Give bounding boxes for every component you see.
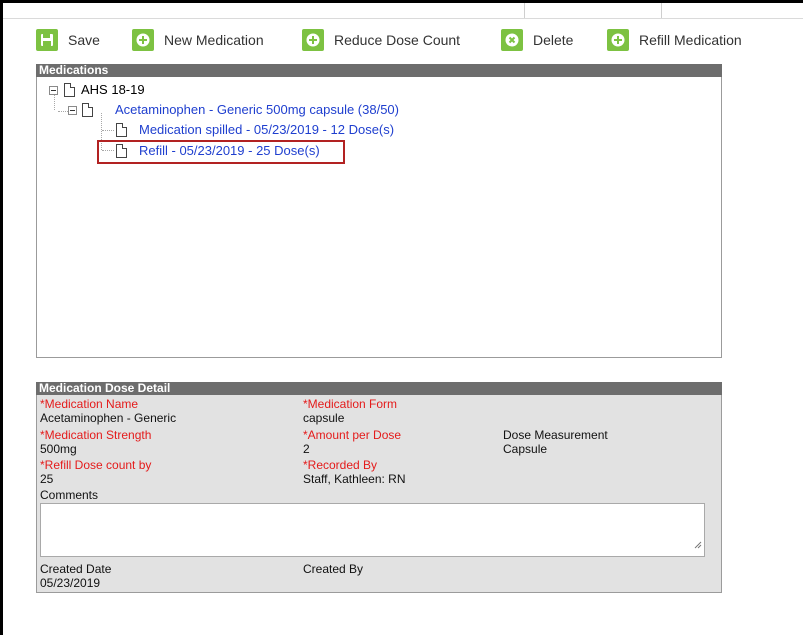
created-by-label: Created By: [303, 562, 364, 576]
plus-circle-icon: [132, 29, 154, 51]
refill-dose-count-label: *Refill Dose count by: [40, 458, 152, 472]
medication-form-label: *Medication Form: [303, 397, 398, 411]
medication-name-label: *Medication Name: [40, 397, 139, 411]
close-circle-icon: [501, 29, 523, 51]
new-medication-label: New Medication: [164, 32, 264, 48]
dose-measurement-label: Dose Measurement: [503, 428, 608, 442]
tab-divider: [3, 18, 803, 19]
selected-node-outline: [97, 140, 345, 164]
tree-node-label: Medication spilled - 05/23/2019 - 12 Dos…: [139, 122, 395, 137]
tree-connector: [58, 111, 68, 113]
save-button[interactable]: Save: [36, 28, 100, 52]
created-date-label: Created Date: [40, 562, 112, 576]
medication-strength-label: *Medication Strength: [40, 428, 152, 442]
amount-per-dose-label: *Amount per Dose: [303, 428, 402, 442]
floppy-disk-icon: [36, 29, 58, 51]
refill-medication-button[interactable]: Refill Medication: [607, 28, 742, 52]
amount-per-dose-value: 2: [303, 442, 310, 456]
tree-node-spill-event[interactable]: Medication spilled - 05/23/2019 - 12 Dos…: [116, 122, 394, 137]
medication-strength-value: 500mg: [40, 442, 77, 456]
save-label: Save: [68, 32, 100, 48]
tree-node-school-year[interactable]: AHS 18-19: [64, 82, 145, 97]
tree-connector: [102, 130, 114, 132]
tab-strip: [524, 3, 662, 19]
document-icon: [82, 102, 93, 117]
medications-tree: [36, 77, 722, 358]
reduce-dose-count-label: Reduce Dose Count: [334, 32, 461, 48]
dose-measurement-value: Capsule: [503, 442, 548, 456]
tree-node-label: AHS 18-19: [81, 82, 145, 97]
new-medication-button[interactable]: New Medication: [132, 28, 264, 52]
medications-header: Medications: [36, 64, 722, 77]
tree-node-medication[interactable]: Acetaminophen - Generic 500mg capsule (3…: [82, 102, 399, 117]
dose-detail-header: Medication Dose Detail: [36, 382, 722, 395]
tree-connector: [54, 95, 56, 110]
created-date-value: 05/23/2019: [40, 576, 101, 590]
comments-textarea[interactable]: [40, 503, 705, 557]
reduce-dose-count-button[interactable]: Reduce Dose Count: [302, 28, 460, 52]
medication-name-value: Acetaminophen - Generic: [40, 411, 177, 425]
medication-form-value: capsule: [303, 411, 345, 425]
recorded-by-value: Staff, Kathleen: RN: [303, 472, 406, 486]
collapse-toggle[interactable]: [68, 106, 77, 115]
recorded-by-label: *Recorded By: [303, 458, 378, 472]
resize-grip-icon[interactable]: [693, 536, 702, 554]
delete-label: Delete: [533, 32, 574, 48]
document-icon: [64, 82, 75, 97]
plus-circle-icon: [607, 29, 629, 51]
collapse-toggle[interactable]: [49, 86, 58, 95]
document-icon: [116, 122, 127, 137]
plus-circle-icon: [302, 29, 324, 51]
refill-dose-count-value: 25: [40, 472, 54, 486]
comments-label: Comments: [40, 488, 99, 502]
delete-button[interactable]: Delete: [501, 28, 573, 52]
refill-medication-label: Refill Medication: [639, 32, 742, 48]
tree-node-label: Acetaminophen - Generic 500mg capsule (3…: [115, 102, 399, 117]
